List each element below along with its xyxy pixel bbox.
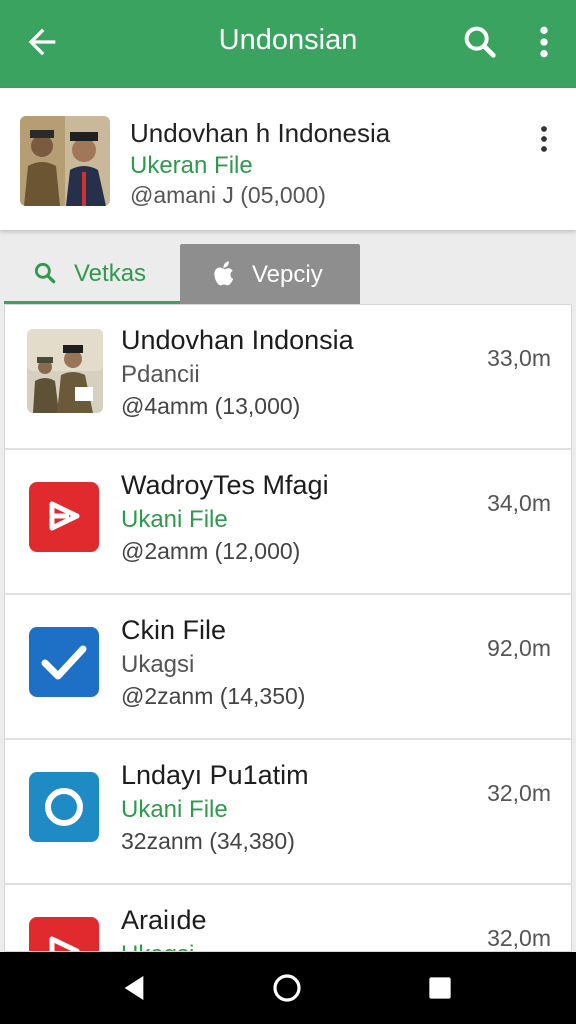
item-title: Undovhan Indonsia — [121, 325, 354, 355]
system-nav-bar — [0, 952, 576, 1024]
item-title: Ckin File — [121, 615, 227, 645]
item-title: Araiıde — [121, 905, 207, 935]
item-title: Lndayı Pu1atim — [121, 760, 309, 790]
tab-label: Vetkas — [74, 260, 147, 287]
more-vert-icon[interactable] — [532, 124, 556, 154]
profile-subtitle: Ukeran File — [130, 152, 253, 179]
list-item[interactable]: Lndayı Pu1atim Ukani File 32zanm (34,380… — [5, 740, 571, 885]
tab-vetkas[interactable]: Vetkas — [4, 244, 180, 304]
apple-icon — [214, 261, 234, 286]
item-title: WadroyTes Mfagi — [121, 470, 329, 500]
app-bar: Undonsian — [0, 0, 576, 88]
item-meta: 32zanm (34,380) — [121, 828, 295, 854]
tab-vepciy[interactable]: Vepciy — [180, 244, 360, 304]
list-item[interactable]: Araiıde Ukagsi 32,0m — [5, 885, 571, 951]
red-play-icon — [29, 917, 99, 951]
avatar — [20, 116, 110, 206]
list-item[interactable]: Ckin File Ukagsi @2zanm (14,350) 92,0m — [5, 595, 571, 740]
search-icon — [34, 262, 56, 284]
red-play-icon — [29, 482, 99, 552]
list-item[interactable]: Undovhan Indonsia Pdancii @4amm (13,000)… — [5, 305, 571, 450]
item-subtitle: Ukani File — [121, 506, 228, 533]
tab-bar: Vetkas Vepciy — [0, 244, 576, 304]
blue-circle-icon — [29, 772, 99, 842]
item-subtitle: Ukagsi — [121, 941, 194, 951]
tab-label: Vepciy — [252, 261, 323, 288]
item-subtitle: Pdancii — [121, 361, 200, 388]
profile-header-card[interactable]: Undovhan h Indonesia Ukeran File @amani … — [0, 88, 576, 230]
home-circle-icon[interactable] — [271, 972, 303, 1004]
profile-name: Undovhan h Indonesia — [130, 118, 391, 148]
item-meta: @2amm (12,000) — [121, 538, 301, 564]
item-size: 32,0m — [487, 925, 551, 951]
back-triangle-icon[interactable] — [118, 972, 150, 1004]
list-item[interactable]: WadroyTes Mfagi Ukani File @2amm (12,000… — [5, 450, 571, 595]
item-meta: @4amm (13,000) — [121, 393, 301, 419]
search-icon[interactable] — [460, 22, 500, 62]
item-size: 32,0m — [487, 780, 551, 806]
app-list: Undovhan Indonsia Pdancii @4amm (13,000)… — [4, 304, 572, 952]
photo-icon — [27, 329, 103, 413]
item-size: 33,0m — [487, 345, 551, 371]
profile-meta: @amani J (05,000) — [130, 182, 326, 208]
item-subtitle: Ukagsi — [121, 651, 195, 678]
blue-check-icon — [29, 627, 99, 697]
item-subtitle: Ukani File — [121, 796, 228, 823]
item-size: 34,0m — [487, 490, 551, 516]
recents-square-icon[interactable] — [424, 972, 456, 1004]
item-meta: @2zanm (14,350) — [121, 683, 306, 709]
more-vert-icon[interactable] — [530, 22, 558, 62]
item-size: 92,0m — [487, 635, 551, 661]
